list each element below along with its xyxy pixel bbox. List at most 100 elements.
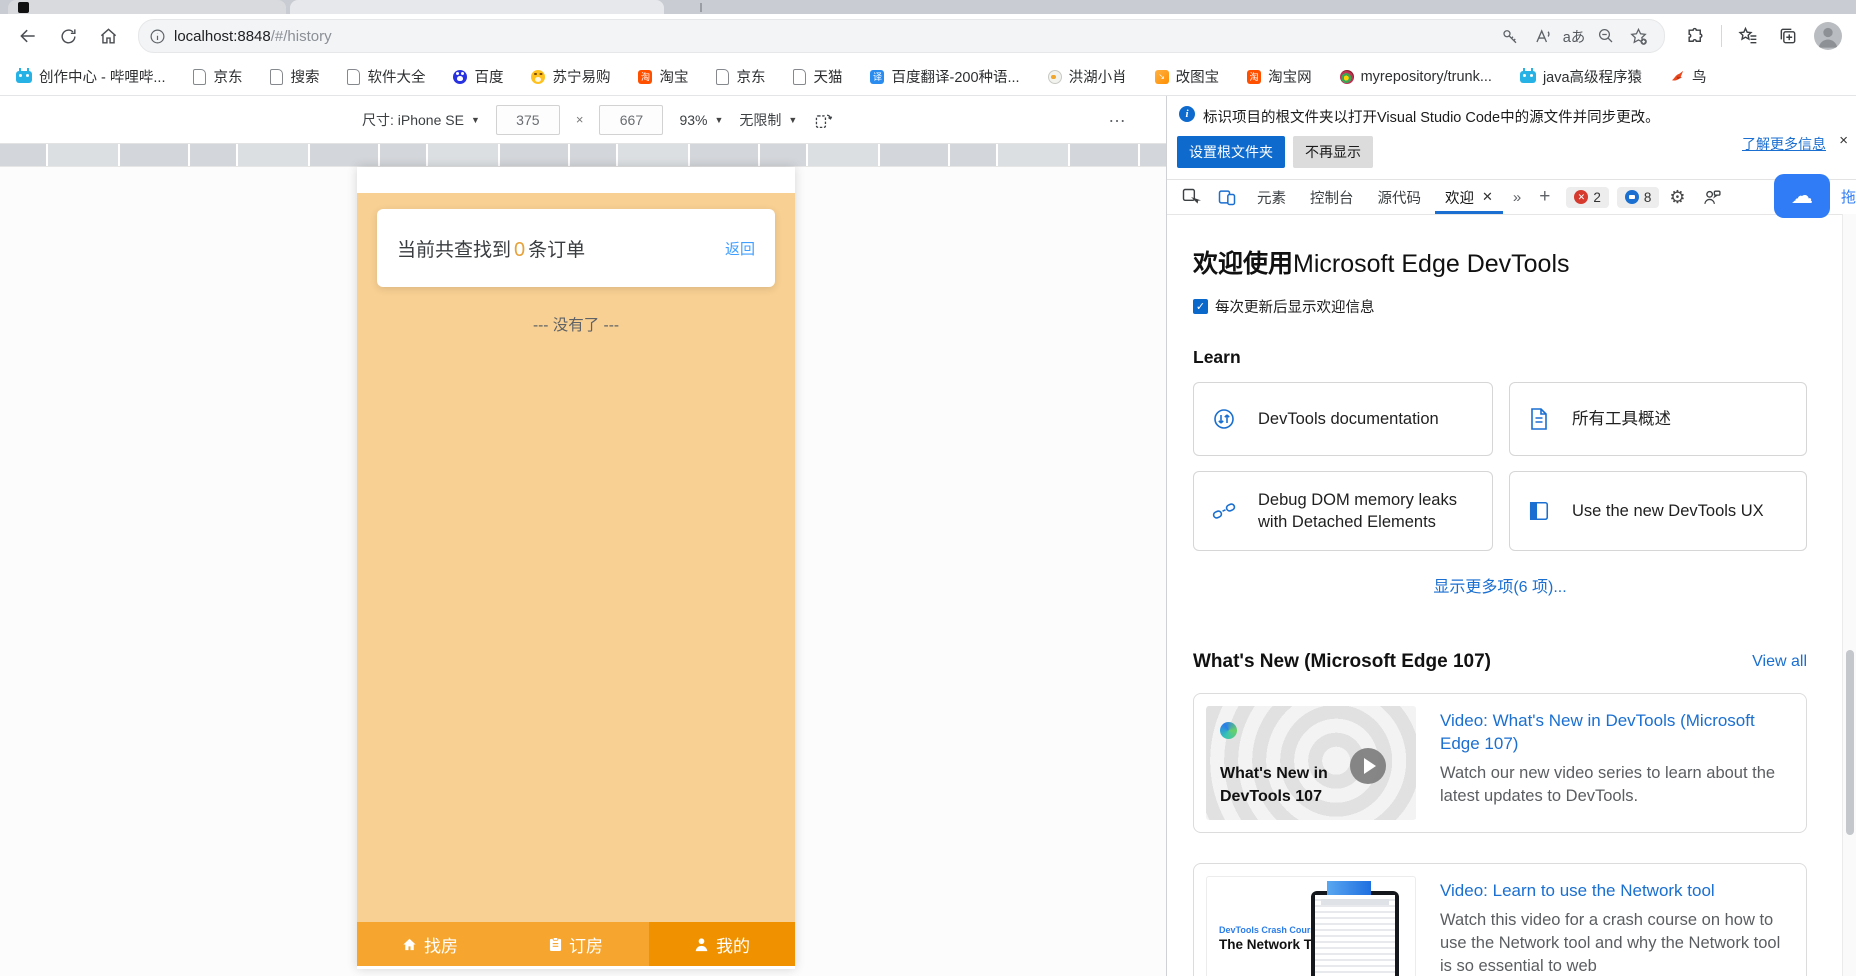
show-welcome-checkbox-row[interactable]: ✓ 每次更新后显示欢迎信息 <box>1193 296 1842 317</box>
video-description: Watch this video for a crash course on h… <box>1440 909 1794 976</box>
feedback-button[interactable] <box>1696 183 1728 211</box>
issues-badge[interactable]: 8 <box>1617 187 1660 208</box>
show-more-link[interactable]: 显示更多项(6 项)... <box>1193 573 1807 597</box>
repo-sphere-icon <box>1340 70 1354 84</box>
nav-tab-label: 我的 <box>716 932 750 957</box>
bookmark-item[interactable]: 洪湖小肖 <box>1048 66 1127 87</box>
gaitubao-icon: ↘ <box>1155 70 1169 84</box>
tab-welcome[interactable]: 欢迎✕ <box>1435 180 1503 214</box>
video-card-network-tool[interactable]: DevTools Crash Course The Network Tool V… <box>1193 863 1807 976</box>
nav-tab-book-room[interactable]: 订房 <box>503 922 649 966</box>
add-favorite-button[interactable] <box>1622 22 1654 50</box>
settings-button[interactable]: ⚙ <box>1663 187 1691 208</box>
profile-button[interactable] <box>1810 19 1846 53</box>
viewport-height-input[interactable] <box>599 105 663 135</box>
bookmark-item[interactable]: 京东 <box>193 66 242 87</box>
refresh-button[interactable] <box>50 19 86 53</box>
card-new-devtools-ux[interactable]: Use the new DevTools UX <box>1509 471 1807 551</box>
bookmark-item[interactable]: 淘淘宝 <box>638 66 688 87</box>
key-icon <box>1501 27 1519 45</box>
home-button[interactable] <box>90 19 126 53</box>
play-button-icon[interactable] <box>1350 748 1386 784</box>
rotate-button[interactable] <box>813 111 833 129</box>
bookmark-item[interactable]: 京东 <box>716 66 765 87</box>
bookmark-item[interactable]: 搜索 <box>270 66 319 87</box>
password-button[interactable] <box>1494 22 1526 50</box>
viewport-width-input[interactable] <box>496 105 560 135</box>
layout-panel-icon <box>1528 500 1550 522</box>
message-icon <box>1625 190 1639 204</box>
bookmark-item[interactable]: 天猫 <box>793 66 842 87</box>
nav-tab-find-room[interactable]: 找房 <box>357 922 503 966</box>
url-text[interactable]: localhost:8848/#/history <box>174 28 332 45</box>
card-tools-overview[interactable]: 所有工具概述 <box>1509 382 1807 456</box>
video-thumbnail[interactable]: DevTools Crash Course The Network Tool <box>1206 876 1416 976</box>
card-detached-elements[interactable]: Debug DOM memory leaks with Detached Ele… <box>1193 471 1493 551</box>
video-title-link[interactable]: Video: What's New in DevTools (Microsoft… <box>1440 710 1794 756</box>
add-tab-button[interactable]: + <box>1531 186 1558 208</box>
bookmark-item[interactable]: java高级程序猿 <box>1520 66 1642 87</box>
tab-separator <box>700 3 702 12</box>
bookmark-item[interactable]: ↘ 改图宝 <box>1155 66 1220 87</box>
checkbox-checked-icon[interactable]: ✓ <box>1193 299 1208 314</box>
read-aloud-button[interactable] <box>1526 22 1558 50</box>
bookmark-item[interactable]: 创作中心 - 哔哩哔... <box>16 66 165 87</box>
bookmark-item[interactable]: 软件大全 <box>347 66 425 87</box>
nav-tab-mine[interactable]: 我的 <box>649 922 795 966</box>
page-icon <box>193 69 206 85</box>
tab-sources[interactable]: 源代码 <box>1368 180 1432 214</box>
card-devtools-documentation[interactable]: DevTools documentation <box>1193 382 1493 456</box>
bookmark-item[interactable]: 鸟 <box>1670 66 1707 87</box>
bookmark-item[interactable]: 百度 <box>453 66 503 87</box>
back-button[interactable] <box>10 19 46 53</box>
zoom-select[interactable]: 93%▼ <box>679 112 723 128</box>
media-query-ruler[interactable] <box>0 144 1166 167</box>
phone-page-body: 当前共查找到0条订单 返回 --- 没有了 --- <box>357 193 795 922</box>
tab-elements[interactable]: 元素 <box>1247 180 1296 214</box>
collections-button[interactable] <box>1770 19 1806 53</box>
translate-button[interactable]: aあ <box>1558 22 1590 50</box>
close-icon[interactable]: × <box>1839 132 1848 149</box>
error-badge[interactable]: ✕2 <box>1566 187 1609 208</box>
extensions-button[interactable] <box>1677 19 1713 53</box>
extensions-icon <box>1686 27 1705 46</box>
back-link[interactable]: 返回 <box>725 238 755 259</box>
set-root-folder-button[interactable]: 设置根文件夹 <box>1177 136 1285 168</box>
bookmark-label: 改图宝 <box>1176 66 1220 87</box>
tab-console[interactable]: 控制台 <box>1300 180 1364 214</box>
clipboard-icon <box>549 937 562 952</box>
inspect-element-button[interactable] <box>1175 183 1207 211</box>
document-icon <box>1528 407 1550 431</box>
tab-label: 源代码 <box>1378 187 1422 208</box>
dont-show-again-button[interactable]: 不再显示 <box>1293 136 1373 168</box>
bookmark-item[interactable]: 译百度翻译-200种语... <box>870 66 1019 87</box>
view-all-link[interactable]: View all <box>1752 653 1807 671</box>
scrollbar-thumb[interactable] <box>1846 650 1854 835</box>
video-title-link[interactable]: Video: Learn to use the Network tool <box>1440 880 1794 903</box>
video-card-whats-new[interactable]: What's New inDevTools 107 Video: What's … <box>1193 693 1807 833</box>
page-icon <box>793 69 806 85</box>
bookmark-item[interactable]: 苏宁易购 <box>531 66 610 87</box>
throttling-select[interactable]: 无限制▼ <box>739 110 797 130</box>
bookmark-item[interactable]: myrepository/trunk... <box>1340 69 1492 85</box>
zoom-out-button[interactable] <box>1590 22 1622 50</box>
order-count: 0 <box>511 239 528 261</box>
browser-tab[interactable] <box>8 0 286 14</box>
bookmark-item[interactable]: 淘淘宝网 <box>1247 66 1312 87</box>
bookmark-label: 创作中心 - 哔哩哔... <box>39 66 165 87</box>
close-icon[interactable]: ✕ <box>1482 189 1493 205</box>
video-thumbnail[interactable]: What's New inDevTools 107 <box>1206 706 1416 820</box>
bookmark-label: 苏宁易购 <box>552 66 610 87</box>
device-select[interactable]: 尺寸: iPhone SE▼ <box>362 110 480 130</box>
devtools-scrollbar[interactable] <box>1842 214 1856 976</box>
netdisk-overlay-button[interactable]: ☁ <box>1774 174 1830 218</box>
device-toolbar-toggle[interactable] <box>1211 183 1243 211</box>
more-options-button[interactable]: … <box>1108 106 1128 127</box>
favorites-button[interactable] <box>1730 19 1766 53</box>
more-tabs-button[interactable]: » <box>1507 189 1527 206</box>
browser-tab-active[interactable] <box>290 0 664 14</box>
bookmark-label: 京东 <box>213 66 242 87</box>
address-bar[interactable]: localhost:8848/#/history aあ <box>138 19 1665 53</box>
home-icon <box>99 27 118 46</box>
learn-more-link[interactable]: 了解更多信息 <box>1742 134 1826 154</box>
